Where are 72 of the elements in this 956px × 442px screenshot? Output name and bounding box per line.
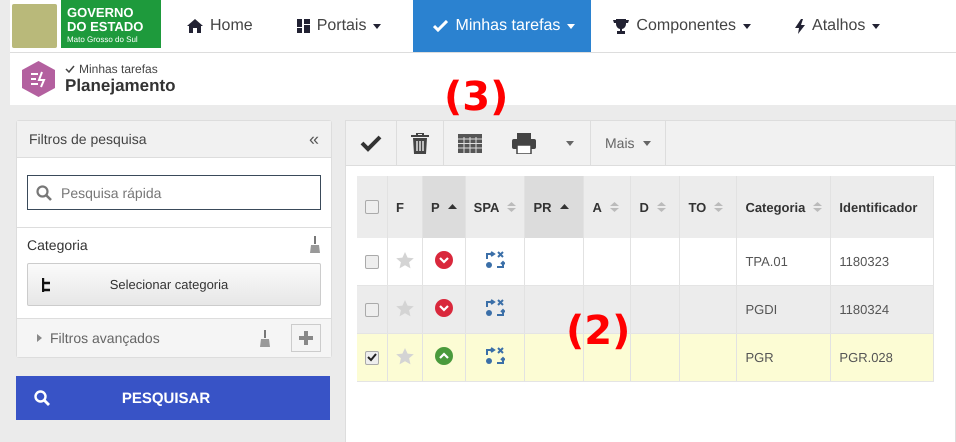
annotation-label: (3) — [444, 74, 508, 120]
search-field[interactable]: Pesquisa rápida — [27, 175, 321, 210]
table-cell: PGR.028 — [830, 334, 934, 382]
column-header[interactable]: TO — [680, 176, 737, 238]
collapse-button[interactable]: « — [308, 128, 319, 150]
brand-logo[interactable]: GOVERNO DO ESTADO Mato Grosso do Sul — [61, 0, 161, 48]
caret-icon — [37, 334, 42, 342]
nav-item[interactable]: Minhas tarefas — [413, 0, 592, 52]
more-menu-button[interactable]: Mais — [591, 121, 666, 165]
column-header[interactable]: PR — [524, 176, 584, 238]
caret-icon — [566, 140, 574, 146]
sort-icon — [714, 202, 724, 212]
search-button[interactable]: PESQUISAR — [16, 376, 330, 420]
check-icon — [433, 20, 448, 32]
check-icon — [360, 134, 382, 152]
coat-of-arms — [12, 4, 57, 48]
column-header[interactable]: F — [388, 176, 422, 238]
column-header[interactable]: Categoria — [736, 176, 831, 238]
planning-app-icon — [22, 61, 55, 97]
add-filter-button[interactable] — [291, 324, 321, 352]
nav-item[interactable]: Portais — [284, 0, 394, 52]
nav-item[interactable]: Componentes — [601, 0, 764, 52]
trash-icon — [411, 132, 429, 154]
row-checkbox[interactable] — [365, 254, 379, 268]
select-category-button[interactable]: Selecionar categoria — [27, 263, 321, 306]
broom-icon[interactable] — [309, 236, 321, 253]
sort-icon — [610, 202, 619, 212]
panel-title: Filtros de pesquisa — [29, 131, 147, 147]
row-checkbox[interactable] — [365, 350, 379, 364]
caret-icon — [642, 140, 651, 146]
select-all-checkbox[interactable] — [365, 200, 379, 214]
grid-icon — [296, 19, 310, 33]
sort-ascending-icon — [448, 204, 457, 210]
star-icon[interactable] — [396, 300, 414, 316]
plus-icon — [299, 331, 313, 345]
tree-icon — [42, 278, 52, 292]
spreadsheet-icon — [458, 134, 482, 152]
workflow-icon — [485, 299, 506, 317]
star-icon[interactable] — [396, 252, 414, 268]
column-header[interactable]: SPA — [465, 176, 525, 238]
breadcrumb-link[interactable]: Minhas tarefas — [79, 62, 158, 76]
nav-item[interactable]: Home — [175, 0, 265, 52]
workflow-icon — [485, 347, 506, 365]
annotation-label: (2) — [566, 308, 630, 354]
search-icon — [34, 390, 50, 406]
page-title: Planejamento — [65, 76, 176, 96]
column-header[interactable]: Identificador — [830, 176, 934, 238]
table-cell: 1180324 — [830, 286, 934, 334]
brand-subtitle: Mato Grosso do Sul — [67, 34, 139, 46]
workflow-icon — [485, 251, 506, 269]
bolt-icon — [795, 18, 806, 34]
nav-item[interactable]: Atalhos — [783, 0, 892, 52]
column-header[interactable]: D — [630, 176, 680, 238]
printer-icon — [512, 132, 536, 154]
trophy-icon — [613, 18, 630, 34]
brand-text: GOVERNO — [67, 6, 134, 20]
sort-icon — [656, 202, 666, 212]
brand-text: DO ESTADO — [67, 20, 144, 34]
broom-icon[interactable] — [259, 330, 271, 346]
star-icon[interactable] — [396, 348, 414, 364]
column-header[interactable]: P — [422, 176, 466, 238]
column-header[interactable]: A — [584, 176, 631, 238]
check-icon — [65, 65, 75, 73]
table-cell: PGDI — [736, 286, 831, 334]
sort-icon — [507, 202, 516, 212]
row-checkbox[interactable] — [365, 302, 379, 316]
home-icon — [187, 19, 203, 33]
sort-icon — [813, 202, 822, 212]
search-icon — [36, 185, 52, 201]
table-cell: PGR — [736, 334, 831, 382]
sort-ascending-icon — [560, 204, 568, 210]
category-label: Categoria — [27, 236, 88, 252]
